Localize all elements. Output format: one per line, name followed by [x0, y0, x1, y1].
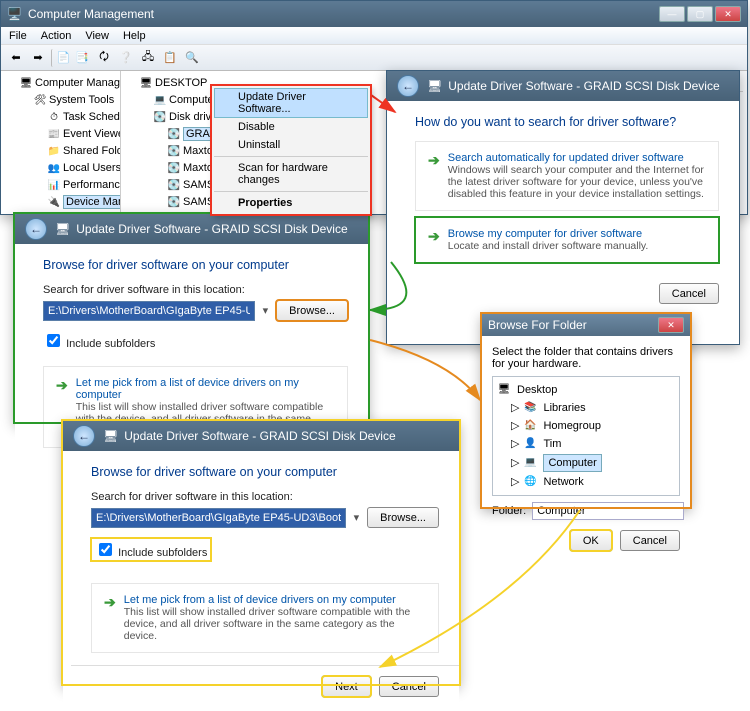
refresh-icon[interactable]: 🗘: [95, 49, 113, 67]
properties-icon[interactable]: 📑: [73, 49, 91, 67]
close-button[interactable]: ✕: [715, 6, 741, 22]
wizard3-title: Update Driver Software - GRAID SCSI Disk…: [124, 429, 395, 443]
left-tree[interactable]: 🖥Computer Management (Local 🛠System Tool…: [1, 71, 121, 214]
menu-view[interactable]: View: [85, 30, 109, 42]
folder-label: Folder:: [492, 505, 526, 517]
opt1-sub: Windows will search your computer and th…: [448, 164, 706, 200]
window-titlebar: 🖥️ Computer Management — ▢ ✕: [1, 1, 747, 27]
wizard3-heading: Browse for driver software on your compu…: [91, 465, 439, 479]
back-icon[interactable]: ⬅: [7, 49, 25, 67]
monitor-icon: 🖥: [55, 222, 70, 236]
performance-node[interactable]: Performance: [63, 179, 121, 191]
ok-button[interactable]: OK: [570, 530, 612, 551]
forward-icon[interactable]: ➡: [29, 49, 47, 67]
system-tools-node[interactable]: System Tools: [49, 94, 114, 106]
pick-title: Let me pick from a list of device driver…: [124, 594, 426, 606]
browse-button[interactable]: Browse...: [367, 507, 439, 528]
help-icon[interactable]: ❔: [117, 49, 135, 67]
cancel-button[interactable]: Cancel: [620, 530, 680, 551]
up-icon[interactable]: 📄: [51, 49, 69, 67]
minimize-button[interactable]: —: [659, 6, 685, 22]
browse-button[interactable]: Browse...: [276, 300, 348, 321]
wizard3-window: ← 🖥 Update Driver Software - GRAID SCSI …: [62, 420, 460, 685]
browse-folder-dialog: Browse For Folder ✕ Select the folder th…: [481, 313, 691, 508]
folder-input[interactable]: [532, 502, 684, 520]
dialog-message: Select the folder that contains drivers …: [492, 346, 680, 370]
folder-tree[interactable]: 🖥Desktop ▷📚Libraries ▷🏠Homegroup ▷👤Tim ▷…: [492, 376, 680, 496]
wizard2-header: ← 🖥 Update Driver Software - GRAID SCSI …: [15, 214, 368, 244]
include-label: Include subfolders: [66, 338, 155, 350]
include-subfolders-checkbox[interactable]: Include subfolders: [91, 538, 211, 561]
cancel-button[interactable]: Cancel: [659, 283, 719, 304]
include-subfolders-input[interactable]: [99, 543, 112, 556]
opt2-title: Browse my computer for driver software: [448, 228, 649, 240]
pick-sub: This list will show installed driver sof…: [124, 606, 426, 642]
desktop-node[interactable]: DESKTOP: [155, 77, 207, 89]
toolbar: ⬅ ➡ 📄 📑 🗘 ❔ 🖧 📋 🔍: [1, 45, 747, 71]
context-menu[interactable]: Update Driver Software... Disable Uninst…: [211, 85, 371, 215]
shared-folders-node[interactable]: Shared Folders: [63, 145, 121, 157]
back-arrow-icon[interactable]: ←: [397, 75, 419, 97]
option-search-auto[interactable]: ➔ Search automatically for updated drive…: [415, 141, 719, 211]
folder-computer[interactable]: Computer: [543, 454, 601, 472]
window-title: Computer Management: [28, 7, 154, 21]
monitor-icon: 🖥: [427, 79, 442, 93]
wizard1-header: ← 🖥 Update Driver Software - GRAID SCSI …: [387, 71, 739, 101]
event-viewer-node[interactable]: Event Viewer: [63, 128, 121, 140]
maximize-button[interactable]: ▢: [687, 6, 713, 22]
close-button[interactable]: ✕: [658, 317, 684, 333]
folder-desktop[interactable]: Desktop: [517, 382, 557, 398]
menu-file[interactable]: File: [9, 30, 27, 42]
dialog-title: Browse For Folder: [488, 318, 587, 332]
computer-icon: 🖥: [19, 76, 33, 92]
menubar: File Action View Help: [1, 27, 747, 45]
folder-homegroup[interactable]: Homegroup: [543, 418, 600, 434]
include-subfolders-input[interactable]: [47, 334, 60, 347]
wizard2-heading: Browse for driver software on your compu…: [43, 258, 348, 272]
ctx-disable[interactable]: Disable: [214, 118, 368, 136]
option-pick-list[interactable]: ➔ Let me pick from a list of device driv…: [91, 583, 439, 653]
wizard2-window: ← 🖥 Update Driver Software - GRAID SCSI …: [14, 213, 369, 423]
monitor-icon: 🖥: [103, 429, 118, 443]
arrow-icon: ➔: [104, 594, 116, 642]
local-users-node[interactable]: Local Users and Groups: [63, 162, 121, 174]
folder-libraries[interactable]: Libraries: [543, 400, 585, 416]
pick-title: Let me pick from a list of device driver…: [76, 377, 335, 401]
opt1-title: Search automatically for updated driver …: [448, 152, 706, 164]
wizard1-window: ← 🖥 Update Driver Software - GRAID SCSI …: [386, 70, 740, 345]
include-subfolders-checkbox[interactable]: Include subfolders: [43, 338, 155, 350]
driver-path-input[interactable]: [43, 301, 255, 321]
location-label: Search for driver software in this locat…: [43, 284, 245, 296]
back-arrow-icon[interactable]: ←: [73, 425, 95, 447]
ctx-uninstall[interactable]: Uninstall: [214, 136, 368, 154]
root-node[interactable]: Computer Management (Local: [35, 77, 121, 89]
option-browse[interactable]: ➔ Browse my computer for driver software…: [415, 217, 719, 263]
scan-icon[interactable]: 🖧: [139, 49, 157, 67]
location-label: Search for driver software in this locat…: [91, 491, 293, 503]
include-label: Include subfolders: [118, 547, 207, 559]
dialog-titlebar: Browse For Folder ✕: [482, 314, 690, 336]
task-scheduler-node[interactable]: Task Scheduler: [63, 111, 121, 123]
opt2-sub: Locate and install driver software manua…: [448, 240, 649, 252]
wizard2-title: Update Driver Software - GRAID SCSI Disk…: [76, 222, 347, 236]
menu-action[interactable]: Action: [41, 30, 72, 42]
extra1-icon[interactable]: 📋: [161, 49, 179, 67]
arrow-icon: ➔: [428, 152, 440, 200]
arrow-icon: ➔: [428, 228, 440, 252]
driver-path-input[interactable]: [91, 508, 346, 528]
ctx-update-driver[interactable]: Update Driver Software...: [214, 88, 368, 118]
wizard1-title: Update Driver Software - GRAID SCSI Disk…: [448, 79, 719, 93]
menu-help[interactable]: Help: [123, 30, 146, 42]
app-icon: 🖥️: [7, 7, 22, 21]
ctx-scan[interactable]: Scan for hardware changes: [214, 159, 368, 189]
folder-user[interactable]: Tim: [543, 436, 561, 452]
wizard1-question: How do you want to search for driver sof…: [415, 115, 719, 129]
ctx-properties[interactable]: Properties: [214, 194, 368, 212]
extra2-icon[interactable]: 🔍: [183, 49, 201, 67]
wizard3-header: ← 🖥 Update Driver Software - GRAID SCSI …: [63, 421, 459, 451]
folder-network[interactable]: Network: [543, 474, 583, 490]
back-arrow-icon[interactable]: ←: [25, 218, 47, 240]
device-manager-node[interactable]: Device Manager: [63, 195, 121, 209]
